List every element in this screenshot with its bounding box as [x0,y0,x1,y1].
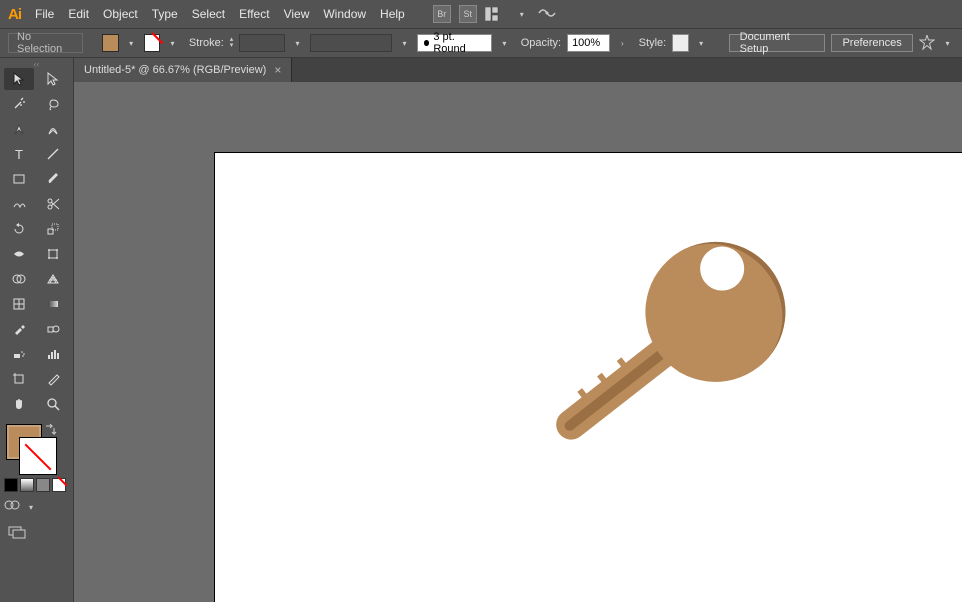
shape-builder-tool[interactable] [4,268,34,290]
column-graph-tool[interactable] [38,343,68,365]
document-tab[interactable]: Untitled-5* @ 66.67% (RGB/Preview) × [74,58,292,82]
menu-window[interactable]: Window [323,7,366,21]
pen-tool[interactable] [4,118,34,140]
vwp-caret-icon[interactable]: ▾ [398,34,411,52]
hand-tool[interactable] [4,393,34,415]
scissors-tool[interactable] [38,193,68,215]
type-tool[interactable]: T [4,143,34,165]
canvas[interactable] [74,82,962,602]
toolbox-handle-icon[interactable]: ‹‹ [4,60,69,68]
gpu-preview-icon[interactable] [537,5,557,24]
menu-help[interactable]: Help [380,7,405,21]
draw-mode-icon[interactable] [4,498,20,516]
stock-button[interactable]: St [459,5,477,23]
document-setup-button[interactable]: Document Setup [729,34,826,52]
menu-object[interactable]: Object [103,7,138,21]
line-tool[interactable] [38,143,68,165]
color-mode-pattern[interactable] [36,478,50,492]
svg-text:T: T [15,147,23,161]
variable-width-profile[interactable] [310,34,392,52]
selection-tool[interactable] [4,68,34,90]
free-transform-tool[interactable] [38,243,68,265]
artboard-tool[interactable] [4,368,34,390]
app-logo: Ai [8,6,21,23]
document-tab-title: Untitled-5* @ 66.67% (RGB/Preview) [84,64,266,76]
menu-type[interactable]: Type [152,7,178,21]
shaper-tool[interactable] [4,193,34,215]
color-mode-solid[interactable] [4,478,18,492]
brush-definition[interactable]: 3 pt. Round [417,34,492,52]
arrange-caret-icon[interactable]: ▾ [515,5,529,23]
zoom-tool[interactable] [38,393,68,415]
fill-swatch[interactable] [102,34,119,52]
artwork-key-icon [485,213,815,513]
menubar-right: Br St ▾ [433,5,557,24]
artboard [214,152,962,602]
color-mode-none[interactable] [52,478,66,492]
blend-tool[interactable] [38,318,68,340]
stroke-weight-stepper[interactable]: ▴▾ [230,37,234,49]
scale-tool[interactable] [38,218,68,240]
fill-stroke-swatches[interactable] [4,422,58,476]
toolbox-stroke-swatch[interactable] [20,438,56,474]
brush-caret-icon[interactable]: ▾ [498,34,511,52]
brush-dot-icon [424,40,429,46]
curvature-tool[interactable] [38,118,68,140]
graphic-style-swatch[interactable] [672,34,689,52]
style-label: Style: [639,37,667,49]
eyedropper-tool[interactable] [4,318,34,340]
lasso-tool[interactable] [38,93,68,115]
menu-select[interactable]: Select [192,7,225,21]
selection-indicator: No Selection [8,33,83,53]
opacity-label: Opacity: [521,37,561,49]
swap-fill-stroke-icon[interactable] [44,422,58,436]
menu-file[interactable]: File [35,7,54,21]
opacity-input[interactable]: 100% [567,34,610,52]
stroke-weight-caret-icon[interactable]: ▾ [291,34,304,52]
main: ‹‹ T [0,58,962,602]
toolbox: ‹‹ T [0,58,74,602]
stroke-weight-input[interactable] [239,34,285,52]
paintbrush-tool[interactable] [38,168,68,190]
tab-bar: Untitled-5* @ 66.67% (RGB/Preview) × [74,58,962,82]
gradient-tool[interactable] [38,293,68,315]
screen-mode-button[interactable] [4,522,30,542]
mesh-tool[interactable] [4,293,34,315]
symbol-sprayer-tool[interactable] [4,343,34,365]
perspective-grid-tool[interactable] [38,268,68,290]
close-tab-icon[interactable]: × [274,63,281,77]
rotate-tool[interactable] [4,218,34,240]
stroke-swatch[interactable] [144,34,161,52]
menu-effect[interactable]: Effect [239,7,269,21]
menu-edit[interactable]: Edit [68,7,89,21]
direct-selection-tool[interactable] [38,68,68,90]
preferences-button[interactable]: Preferences [831,34,912,52]
width-tool[interactable] [4,243,34,265]
stroke-swatch-caret-icon[interactable]: ▾ [166,34,179,52]
style-caret-icon[interactable]: ▾ [695,34,708,52]
slice-tool[interactable] [38,368,68,390]
opacity-caret-icon[interactable]: › [616,34,629,52]
rectangle-tool[interactable] [4,168,34,190]
color-mode-row [4,478,69,492]
fill-swatch-caret-icon[interactable]: ▾ [125,34,138,52]
control-bar: No Selection ▾ ▾ Stroke: ▴▾ ▾ ▾ 3 pt. Ro… [0,28,962,58]
document-area: Untitled-5* @ 66.67% (RGB/Preview) × [74,58,962,602]
bridge-button[interactable]: Br [433,5,451,23]
menubar: Ai File Edit Object Type Select Effect V… [0,0,962,28]
align-caret-icon[interactable]: ▾ [941,34,954,52]
menu-view[interactable]: View [284,7,310,21]
align-to-icon[interactable] [919,34,935,52]
brush-definition-label: 3 pt. Round [433,31,485,55]
color-mode-gradient[interactable] [20,478,34,492]
stroke-label: Stroke: [189,37,224,49]
arrange-documents-button[interactable] [485,7,507,21]
draw-mode-caret-icon[interactable]: ▾ [24,498,38,516]
magic-wand-tool[interactable] [4,93,34,115]
